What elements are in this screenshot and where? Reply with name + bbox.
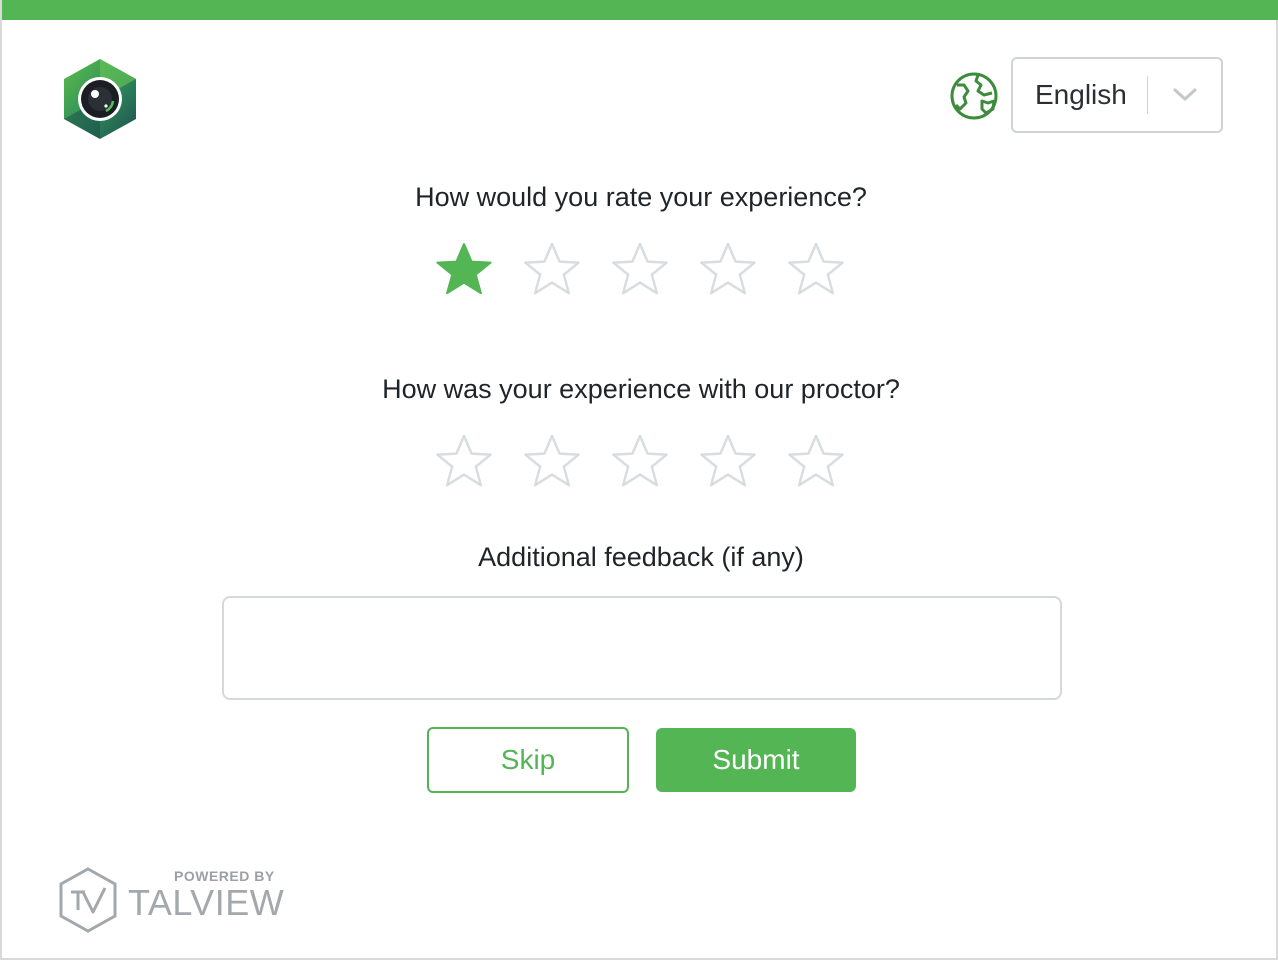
star-empty-icon-3[interactable] xyxy=(610,432,670,492)
star-empty-icon-5[interactable] xyxy=(786,432,846,492)
language-select-value: English xyxy=(1035,79,1127,110)
star-empty-icon-3[interactable] xyxy=(610,240,670,300)
experience-rating-question: How would you rate your experience? xyxy=(415,182,867,212)
app-window: English How would you rate your experien… xyxy=(0,0,1278,960)
star-empty-icon-2[interactable] xyxy=(522,240,582,300)
star-empty-icon-4[interactable] xyxy=(698,240,758,300)
star-empty-icon-2[interactable] xyxy=(522,432,582,492)
feedback-label: Additional feedback (if any) xyxy=(478,542,804,572)
talview-camera-logo-icon xyxy=(64,59,136,139)
feedback-textarea[interactable] xyxy=(222,596,1062,700)
chevron-down-icon[interactable] xyxy=(1148,87,1221,103)
top-accent-bar xyxy=(2,0,1278,20)
talview-brand-name: TALVIEW xyxy=(128,882,285,923)
powered-by-talview[interactable]: POWERED BY TALVIEW xyxy=(58,866,284,934)
star-empty-icon-4[interactable] xyxy=(698,432,758,492)
experience-rating-stars xyxy=(434,240,854,300)
star-empty-icon-5[interactable] xyxy=(786,240,846,300)
talview-brand-icon xyxy=(59,867,117,933)
skip-button[interactable]: Skip xyxy=(427,727,629,793)
proctor-rating-stars xyxy=(434,432,854,492)
star-empty-icon-1[interactable] xyxy=(434,432,494,492)
language-select[interactable]: English xyxy=(1011,57,1223,133)
star-filled-icon-1[interactable] xyxy=(434,240,494,300)
submit-button[interactable]: Submit xyxy=(656,728,856,792)
proctor-rating-question: How was your experience with our proctor… xyxy=(382,374,900,404)
globe-icon[interactable] xyxy=(948,71,1000,121)
